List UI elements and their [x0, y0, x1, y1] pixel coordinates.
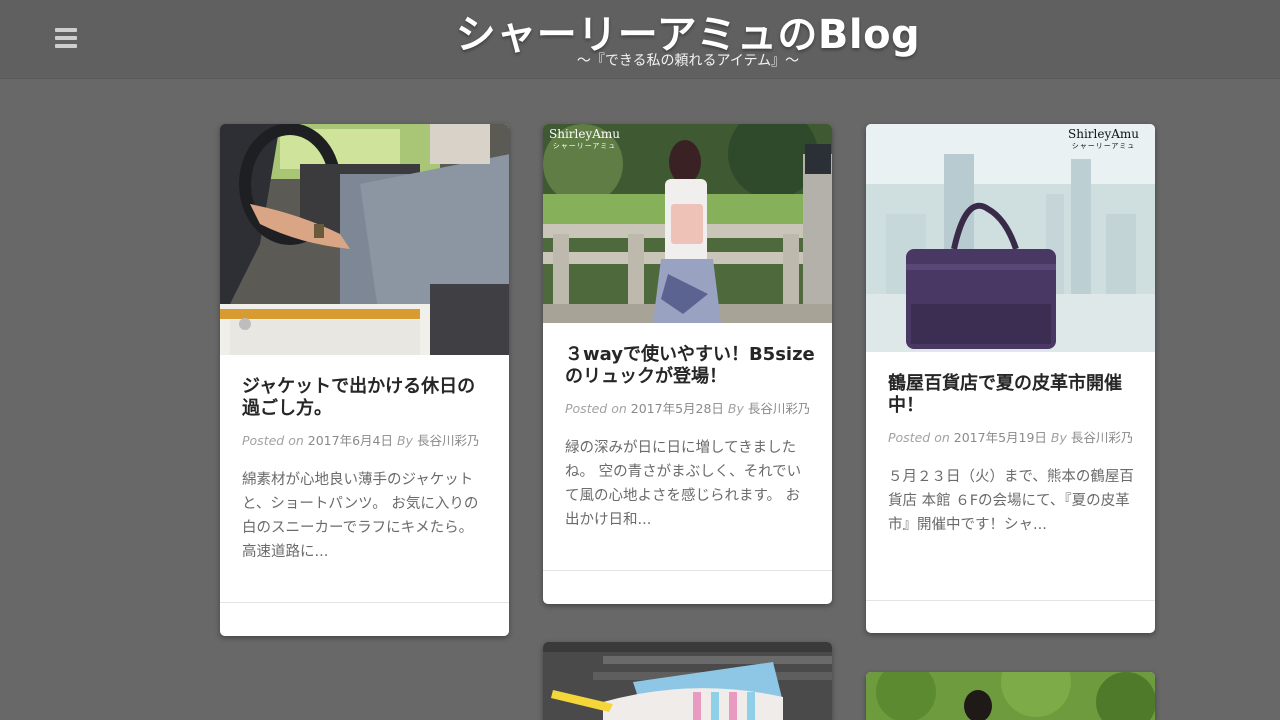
by-label: By — [727, 401, 744, 416]
watermark-logo: ShirleyAmu シャーリーアミュ — [1068, 127, 1140, 150]
by-label: By — [396, 433, 413, 448]
post-title-1[interactable]: ジャケットで出かける休日の過ごし方。 — [242, 376, 492, 420]
post-author-3[interactable]: 長谷川彩乃 — [1071, 430, 1134, 445]
post-meta-3: Posted on 2017年5月19日 By 長谷川彩乃 — [888, 427, 1148, 446]
post-card-2[interactable]: ShirleyAmu シャーリーアミュ ３wayで使いやすい！B5sizeのリュ… — [543, 124, 832, 604]
posted-on-label: Posted on — [565, 401, 627, 416]
posted-on-label: Posted on — [888, 430, 950, 445]
post-title-3[interactable]: 鶴屋百貨店で夏の皮革市開催中！ — [888, 373, 1138, 417]
post-thumbnail-4[interactable] — [543, 642, 832, 720]
post-title-2[interactable]: ３wayで使いやすい！B5sizeのリュックが登場！ — [565, 344, 815, 388]
posted-on-label: Posted on — [242, 433, 304, 448]
post-card-4[interactable] — [543, 642, 832, 720]
site-tagline: ～『できる私の頼れるアイテム』～ — [576, 53, 800, 69]
card-divider — [220, 602, 509, 603]
card-divider — [866, 600, 1155, 601]
post-date-2[interactable]: 2017年5月28日 — [631, 401, 724, 416]
post-author-1[interactable]: 長谷川彩乃 — [417, 433, 480, 448]
by-label: By — [1050, 430, 1067, 445]
post-card-5[interactable] — [866, 672, 1155, 720]
post-thumbnail-3[interactable]: ShirleyAmu シャーリーアミュ — [866, 124, 1155, 352]
post-card-3[interactable]: ShirleyAmu シャーリーアミュ 鶴屋百貨店で夏の皮革市開催中！ Post… — [866, 124, 1155, 633]
post-thumbnail-5[interactable] — [866, 672, 1155, 720]
post-meta-2: Posted on 2017年5月28日 By 長谷川彩乃 — [565, 398, 825, 417]
post-thumbnail-1[interactable] — [220, 124, 509, 355]
site-header: シャーリーアミュのBlog ～『できる私の頼れるアイテム』～ — [0, 0, 1280, 79]
post-excerpt-1: 綿素材が心地良い薄手のジャケットと、ショートパンツ。 お気に入りの白のスニーカー… — [242, 472, 479, 560]
post-thumbnail-2[interactable]: ShirleyAmu シャーリーアミュ — [543, 124, 832, 323]
post-date-3[interactable]: 2017年5月19日 — [954, 430, 1047, 445]
post-meta-1: Posted on 2017年6月4日 By 長谷川彩乃 — [242, 430, 502, 449]
post-excerpt-3: ５月２３日（火）まで、熊本の鶴屋百貨店 本館 ６Fの会場にて、『夏の皮革市』開催… — [888, 469, 1134, 533]
card-divider — [543, 570, 832, 571]
post-author-2[interactable]: 長谷川彩乃 — [748, 401, 811, 416]
watermark-logo: ShirleyAmu シャーリーアミュ — [549, 127, 621, 150]
post-date-1[interactable]: 2017年6月4日 — [308, 433, 393, 448]
post-card-1[interactable]: ジャケットで出かける休日の過ごし方。 Posted on 2017年6月4日 B… — [220, 124, 509, 636]
post-excerpt-2: 緑の深みが日に日に増してきましたね。 空の青さがまぶしく、それでいて風の心地よさ… — [565, 440, 802, 528]
